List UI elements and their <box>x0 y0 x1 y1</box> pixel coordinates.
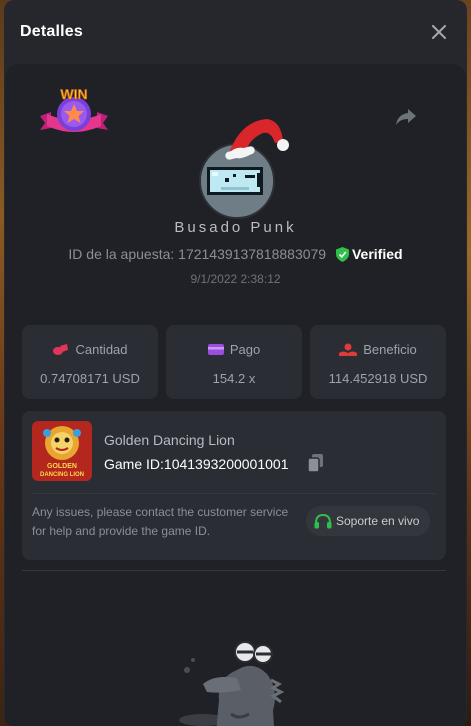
modal-title: Detalles <box>20 23 83 40</box>
player-avatar <box>195 119 299 222</box>
bet-id-label: ID de la apuesta: <box>68 246 175 262</box>
section-divider <box>22 570 446 571</box>
profit-icon <box>339 343 358 356</box>
crocodile-mascot-icon <box>179 641 285 726</box>
stat-payout-header: Pago <box>166 342 302 357</box>
game-id: Game ID:1041393200001001 <box>104 456 288 472</box>
verified-shield-icon <box>335 247 349 262</box>
bet-stats: Cantidad 0.74708171 USD Pago 154.2 x Ben… <box>22 325 446 399</box>
bet-date: 9/1/2022 2:38:12 <box>190 272 281 286</box>
details-modal: Detalles WIN Busado Punk ID de la apuest… <box>4 0 467 726</box>
coins-icon <box>53 344 69 355</box>
stat-profit-header: Beneficio <box>310 342 446 357</box>
stat-amount-value: 0.74708171 USD <box>40 371 140 386</box>
stat-amount: Cantidad 0.74708171 USD <box>22 325 158 399</box>
bet-id-row: ID de la apuesta: 1721439137818883079 Ve… <box>5 246 466 262</box>
stat-payout: Pago 154.2 x <box>166 325 302 399</box>
game-name[interactable]: Golden Dancing Lion <box>104 432 235 448</box>
game-card: GOLDEN DANCING LION Golden Dancing Lion … <box>22 411 446 560</box>
headset-icon <box>314 513 332 529</box>
stat-amount-header: Cantidad <box>22 342 158 357</box>
card-divider <box>32 493 436 494</box>
copy-icon[interactable] <box>308 454 324 472</box>
win-badge-text: WIN <box>60 86 87 102</box>
bet-id-value: 1721439137818883079 <box>178 246 327 262</box>
santa-hat-icon <box>225 119 289 160</box>
share-icon[interactable] <box>394 106 418 128</box>
details-panel: WIN Busado Punk ID de la apuesta: 172143… <box>5 64 466 726</box>
stat-amount-label: Cantidad <box>75 342 128 357</box>
stat-profit-label: Beneficio <box>363 342 417 357</box>
stat-profit: Beneficio 114.452918 USD <box>310 325 446 399</box>
game-thumbnail[interactable]: GOLDEN DANCING LION <box>32 421 92 481</box>
win-badge-icon: WIN <box>40 86 108 132</box>
support-hint-text: Any issues, please contact the customer … <box>32 505 289 538</box>
player-username: Busado Punk <box>174 219 297 236</box>
thumb-text-line1: GOLDEN <box>47 463 77 470</box>
thumb-text-line2: DANCING LION <box>40 472 84 478</box>
verified-label: Verified <box>351 246 403 262</box>
game-id-label: Game ID: <box>104 456 164 472</box>
close-icon <box>431 24 447 40</box>
wallet-icon <box>207 344 224 355</box>
live-support-label: Soporte en vivo <box>336 514 420 528</box>
golden-lion-icon: GOLDEN DANCING LION <box>32 421 92 481</box>
modal-header: Detalles <box>4 0 467 64</box>
close-button[interactable] <box>429 22 449 42</box>
live-support-button[interactable]: Soporte en vivo <box>306 506 430 536</box>
stat-payout-value: 154.2 x <box>212 371 256 386</box>
stat-profit-value: 114.452918 USD <box>328 371 428 386</box>
stat-payout-label: Pago <box>229 342 261 357</box>
game-id-value: 1041393200001001 <box>163 456 289 472</box>
